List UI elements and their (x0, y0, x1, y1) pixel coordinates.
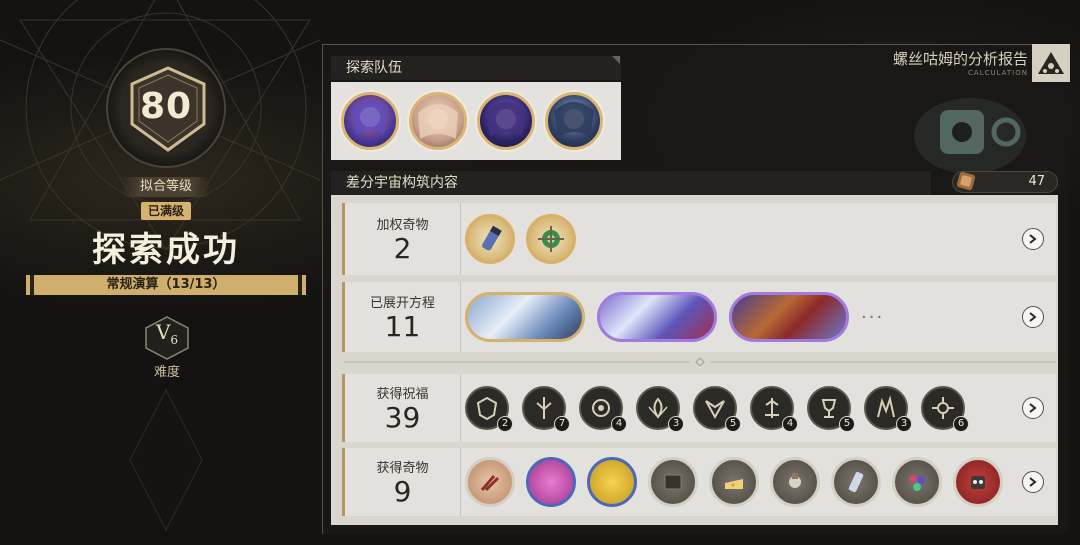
equation-card-icon[interactable] (729, 292, 849, 342)
equation-card-icon[interactable] (597, 292, 717, 342)
blessing-count: 4 (611, 416, 627, 432)
character-avatar-4[interactable] (545, 92, 603, 150)
expand-blessings-button[interactable] (1022, 397, 1044, 419)
grade-label: 拟合等级 (122, 177, 210, 197)
curio-pink-coin-icon[interactable] (526, 457, 576, 507)
difficulty-label: 难度 (153, 365, 180, 380)
row-title: 加权奇物 (376, 217, 429, 233)
expanded-equations-row: 已展开方程 11 ··· (342, 282, 1056, 352)
level-number: 80 (139, 85, 193, 127)
curio-tube-icon[interactable] (465, 214, 515, 264)
character-avatar-1[interactable] (341, 92, 399, 150)
curio-gems-icon[interactable] (892, 457, 942, 507)
character-avatar-2[interactable] (409, 92, 467, 150)
chevron-right-icon (1029, 403, 1037, 413)
row-count: 2 (393, 231, 412, 265)
blessing-count: 4 (782, 416, 798, 432)
blessing-preservation-icon[interactable]: 2 (465, 386, 513, 432)
row-items (465, 203, 576, 275)
curio-box-icon[interactable] (648, 457, 698, 507)
difficulty-main: V (155, 320, 171, 344)
calc-progress-bar: 常规演算（13/13） (26, 275, 306, 295)
screwllum-robot-icon (914, 98, 1026, 174)
row-title: 获得祝福 (376, 386, 429, 402)
curio-tube-icon[interactable] (831, 457, 881, 507)
row-label: 已展开方程 11 (345, 282, 461, 352)
row-count: 11 (384, 309, 421, 343)
blessing-erudition-icon[interactable]: 6 (921, 386, 969, 432)
report-logo-icon (1032, 44, 1070, 82)
curio-pliers-icon[interactable] (465, 457, 515, 507)
blessing-abundance-icon[interactable]: 3 (636, 386, 684, 432)
blessing-count: 7 (554, 416, 570, 432)
blessing-count: 3 (896, 416, 912, 432)
more-indicator: ··· (861, 306, 885, 328)
triangle-logo-icon (1038, 52, 1064, 74)
character-portrait-icon (352, 100, 388, 135)
expand-weighted-curios-button[interactable] (1022, 228, 1044, 250)
curio-gold-coin-icon[interactable] (587, 457, 637, 507)
chevron-right-icon (1029, 477, 1037, 487)
team-roster (331, 82, 621, 160)
blessing-propagation-icon[interactable]: 3 (864, 386, 912, 432)
curio-robot-head-icon[interactable] (953, 457, 1003, 507)
weighted-curios-row: 加权奇物 2 (342, 203, 1056, 275)
row-title: 已展开方程 (369, 295, 435, 311)
blessing-hunt-icon[interactable]: 5 (693, 386, 741, 432)
character-portrait-icon (418, 104, 458, 139)
cosmic-fragment-icon (956, 171, 976, 191)
equation-card-icon[interactable] (465, 292, 585, 342)
curio-gadget-icon[interactable] (770, 457, 820, 507)
difficulty-sub: 6 (170, 333, 179, 347)
blessing-destruction-icon[interactable]: 4 (750, 386, 798, 432)
character-portrait-icon (486, 102, 526, 137)
chevron-right-icon (1029, 312, 1037, 322)
character-avatar-3[interactable] (477, 92, 535, 150)
row-count: 9 (393, 474, 412, 508)
row-count: 39 (384, 400, 421, 434)
divider-ornament (344, 358, 1056, 366)
content-section-header: 差分宇宙构筑内容 (331, 171, 931, 195)
blessing-count: 3 (668, 416, 684, 432)
row-label: 获得祝福 39 (345, 374, 461, 442)
blessing-count: 5 (839, 416, 855, 432)
maxed-tag: 已满级 (141, 202, 191, 220)
curio-cheese-icon[interactable] (709, 457, 759, 507)
difficulty-value: V6 (144, 320, 190, 347)
row-items: ··· (465, 282, 884, 352)
expand-curios-button[interactable] (1022, 471, 1044, 493)
report-header: 螺丝咕姆的分析报告 CALCULATION (893, 48, 1028, 77)
report-subtitle: CALCULATION (968, 69, 1028, 77)
row-label: 加权奇物 2 (345, 203, 461, 275)
report-title: 螺丝咕姆的分析报告 (892, 50, 1028, 68)
chevron-right-icon (1029, 234, 1037, 244)
blessing-nihility-icon[interactable]: 4 (579, 386, 627, 432)
result-title: 探索成功 (92, 230, 240, 270)
corner-mark-icon (612, 56, 620, 64)
character-portrait-icon (554, 102, 594, 137)
blessing-elation-icon[interactable]: 5 (807, 386, 855, 432)
blessings-row: 获得祝福 39 2 7 4 3 5 4 5 3 6 (342, 374, 1056, 442)
level-badge: 80 (106, 48, 226, 168)
row-items: 2 7 4 3 5 4 5 3 6 (465, 374, 969, 442)
curio-orb-icon[interactable] (526, 214, 576, 264)
blessing-count: 2 (497, 416, 513, 432)
blessing-count: 6 (953, 416, 969, 432)
expand-equations-button[interactable] (1022, 306, 1044, 328)
blessing-count: 5 (725, 416, 741, 432)
blessing-remembrance-icon[interactable]: 7 (522, 386, 570, 432)
team-section-header: 探索队伍 (331, 56, 621, 80)
row-title: 获得奇物 (376, 460, 429, 476)
obtained-curios-row: 获得奇物 9 (342, 448, 1056, 516)
row-items (465, 448, 1003, 516)
result-summary: 80 拟合等级 已满级 探索成功 常规演算（13/13） V6 难度 (0, 0, 320, 545)
row-label: 获得奇物 9 (345, 448, 461, 516)
